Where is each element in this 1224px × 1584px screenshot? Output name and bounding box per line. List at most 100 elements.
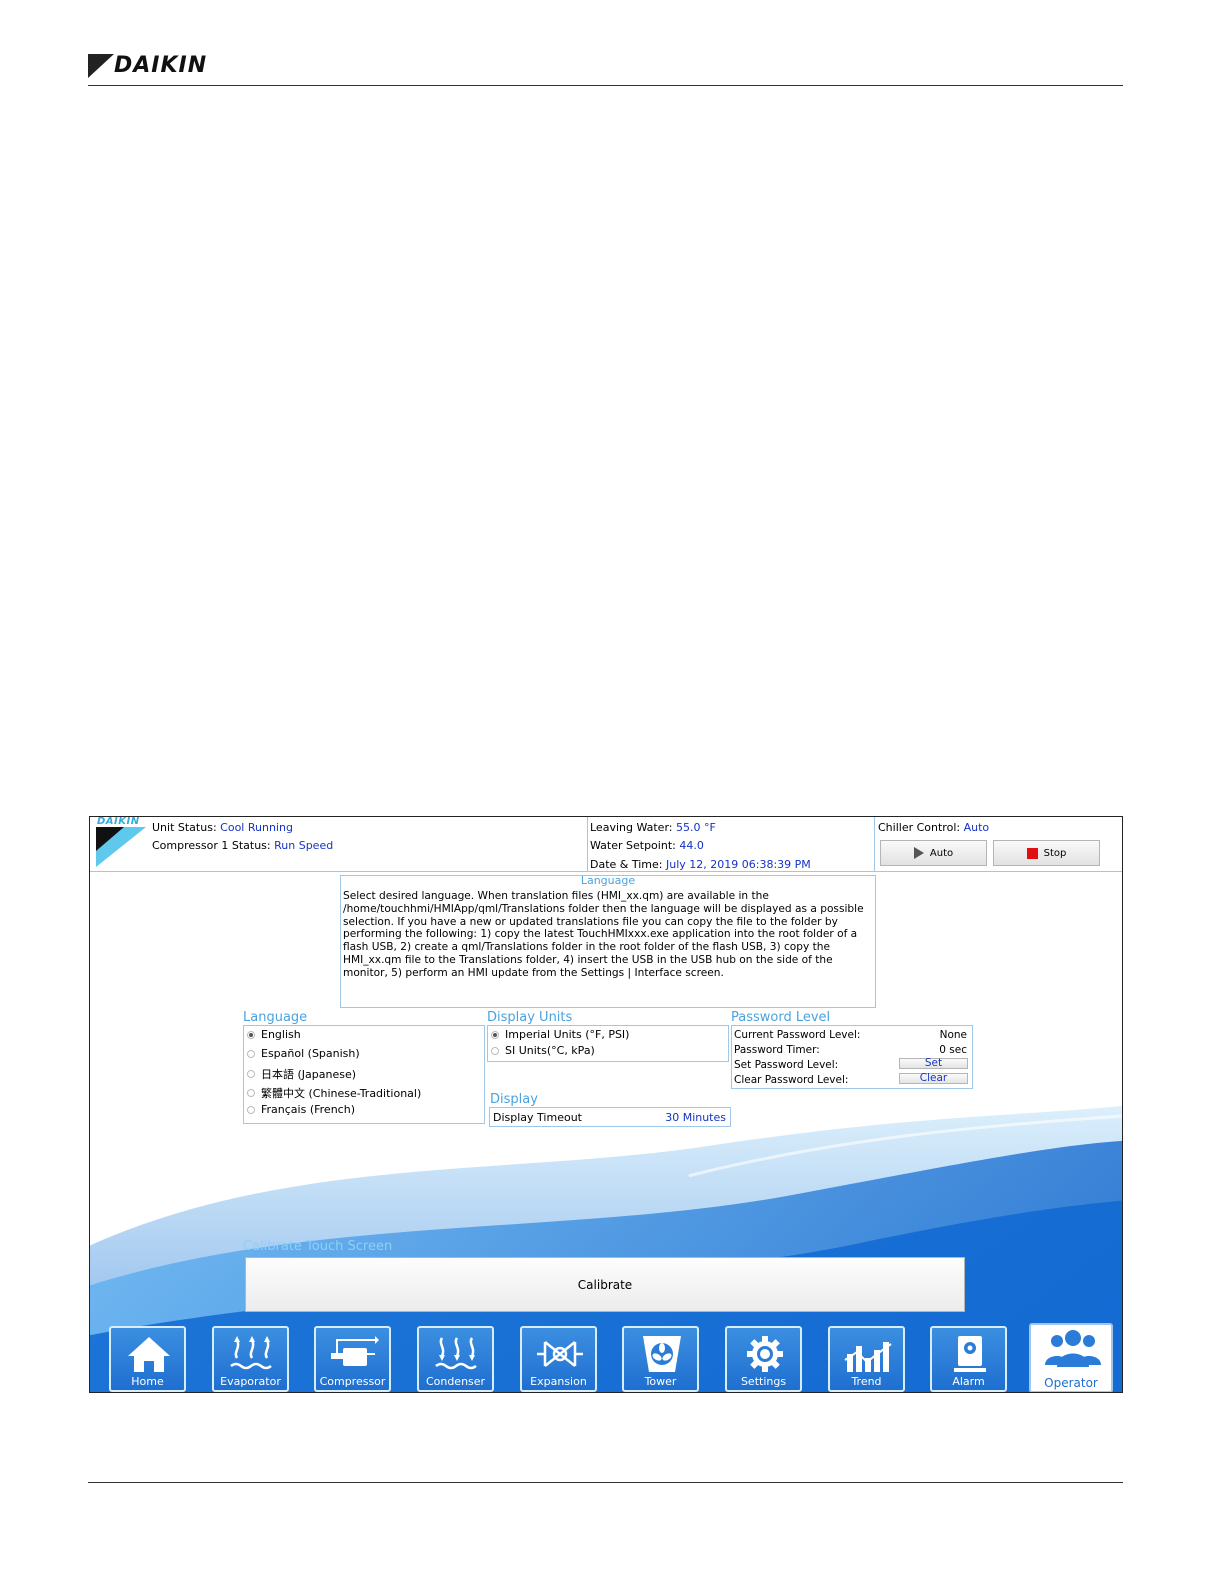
nav-label: Settings (740, 1375, 787, 1388)
language-option-label: English (261, 1028, 301, 1041)
operator-group-icon (1045, 1330, 1101, 1367)
home-icon (128, 1337, 170, 1372)
language-option-label: Español (Spanish) (261, 1047, 360, 1060)
stop-icon (1026, 847, 1038, 859)
chiller-control-value: Auto (963, 821, 990, 834)
unit-status-label: Unit Status: (152, 821, 217, 834)
language-options: English Español (Spanish) 日本語 (Japanese)… (243, 1025, 485, 1124)
nav-expansion[interactable]: Expansion (520, 1326, 597, 1392)
radio-icon[interactable] (247, 1070, 255, 1078)
logo-wedge-icon (88, 54, 114, 78)
condenser-icon (435, 1337, 477, 1370)
water-setpoint: Water Setpoint: 44.0 (590, 839, 704, 852)
nav-label: Evaporator (220, 1375, 281, 1388)
water-setpoint-label: Water Setpoint: (590, 839, 676, 852)
nav-home[interactable]: Home (109, 1326, 186, 1392)
expansion-valve-icon (537, 1341, 583, 1367)
nav-operator[interactable]: Operator (1029, 1323, 1113, 1392)
nav-label: Operator (1044, 1376, 1098, 1390)
password-timer-row: Password Timer: 0 sec (734, 1044, 967, 1056)
date-time-value: July 12, 2019 06:38:39 PM (666, 858, 811, 871)
compressor-status-label: Compressor 1 Status: (152, 839, 271, 852)
display-units-title: Display Units (487, 1010, 573, 1025)
language-option-chinese[interactable]: 繁體中文 (Chinese-Traditional) (247, 1085, 421, 1101)
current-password-value: None (939, 1029, 967, 1041)
calibrate-button[interactable]: Calibrate (245, 1257, 965, 1312)
screen-brand: DAIKIN (97, 816, 140, 827)
display-timeout-value[interactable]: 30 Minutes (665, 1111, 726, 1124)
auto-button[interactable]: Auto (880, 840, 987, 866)
language-option-label: Français (French) (261, 1103, 355, 1116)
nav-label: Tower (644, 1375, 677, 1388)
display-title: Display (490, 1092, 538, 1107)
nav-condenser[interactable]: Condenser (417, 1326, 494, 1392)
language-option-french[interactable]: Français (French) (247, 1103, 355, 1116)
hmi-screen: DAIKIN Unit Status: Cool Running Compres… (89, 816, 1123, 1393)
set-password-label: Set Password Level: (734, 1059, 839, 1071)
alarm-icon (954, 1336, 986, 1372)
header-rule (88, 85, 1123, 86)
nav-tower[interactable]: Tower (622, 1326, 699, 1392)
unit-status: Unit Status: Cool Running (152, 821, 293, 834)
evaporator-icon (230, 1336, 272, 1370)
radio-icon[interactable] (491, 1046, 499, 1055)
water-setpoint-value: 44.0 (679, 839, 704, 852)
compressor-status: Compressor 1 Status: Run Speed (152, 839, 333, 852)
current-password-row: Current Password Level: None (734, 1029, 967, 1041)
nav-evaporator[interactable]: Evaporator (212, 1326, 289, 1392)
leaving-water: Leaving Water: 55.0 °F (590, 821, 716, 834)
nav-compressor[interactable]: Compressor (314, 1326, 391, 1392)
unit-status-value: Cool Running (220, 821, 293, 834)
password-timer-label: Password Timer: (734, 1044, 820, 1056)
nav-alarm[interactable]: Alarm (930, 1326, 1007, 1392)
chiller-control-label: Chiller Control: (878, 821, 961, 834)
stop-button-label: Stop (1043, 847, 1067, 859)
trend-chart-icon (844, 1342, 892, 1372)
radio-selected-icon[interactable] (491, 1030, 499, 1039)
daikin-page-logo: DAIKIN (88, 52, 218, 80)
header-divider (587, 817, 588, 871)
nav-trend[interactable]: Trend (828, 1326, 905, 1392)
units-option-si[interactable]: SI Units(°C, kPa) (491, 1044, 595, 1057)
nav-label: Condenser (425, 1375, 486, 1388)
language-group-title: Language (243, 1010, 308, 1025)
radio-selected-icon[interactable] (247, 1030, 255, 1039)
display-units-options: Imperial Units (°F, PSI) SI Units(°C, kP… (487, 1025, 729, 1062)
compressor-icon (331, 1336, 379, 1366)
nav-label: Expansion (530, 1375, 587, 1388)
language-option-english[interactable]: English (247, 1028, 301, 1041)
radio-icon[interactable] (247, 1049, 255, 1058)
nav-label: Compressor (319, 1375, 386, 1388)
language-info-panel: Language Select desired language. When t… (340, 874, 876, 1008)
set-password-button[interactable]: Set (899, 1058, 968, 1069)
display-timeout-label: Display Timeout (493, 1111, 582, 1124)
nav-label: Alarm (952, 1375, 985, 1388)
nav-settings[interactable]: Settings (725, 1326, 802, 1392)
radio-icon[interactable] (247, 1089, 255, 1097)
tower-fan-icon (643, 1336, 681, 1372)
language-option-label: 繁體中文 (Chinese-Traditional) (261, 1087, 422, 1100)
auto-button-label: Auto (929, 847, 954, 859)
chiller-control: Chiller Control: Auto (878, 821, 989, 834)
calibrate-title: Calibrate Touch Screen (243, 1239, 393, 1254)
units-option-imperial[interactable]: Imperial Units (°F, PSI) (491, 1028, 629, 1041)
play-icon (913, 847, 924, 859)
password-timer-value: 0 sec (939, 1044, 967, 1056)
password-panel: Current Password Level: None Password Ti… (731, 1025, 973, 1089)
brand-name: DAIKIN (114, 53, 208, 78)
nav-label: Home (131, 1375, 164, 1388)
clear-password-button[interactable]: Clear (899, 1073, 968, 1084)
leaving-water-label: Leaving Water: (590, 821, 673, 834)
language-option-spanish[interactable]: Español (Spanish) (247, 1047, 360, 1060)
gear-icon (747, 1336, 783, 1372)
password-level-title: Password Level (731, 1010, 831, 1025)
display-timeout-row[interactable]: Display Timeout 30 Minutes (489, 1107, 731, 1127)
language-option-japanese[interactable]: 日本語 (Japanese) (247, 1066, 356, 1082)
language-option-label: 日本語 (Japanese) (261, 1068, 357, 1081)
radio-icon[interactable] (247, 1105, 255, 1114)
units-option-label: Imperial Units (°F, PSI) (505, 1028, 630, 1041)
stop-button[interactable]: Stop (993, 840, 1100, 866)
footer-rule (88, 1482, 1123, 1483)
date-time-label: Date & Time: (590, 858, 663, 871)
current-password-label: Current Password Level: (734, 1029, 861, 1041)
